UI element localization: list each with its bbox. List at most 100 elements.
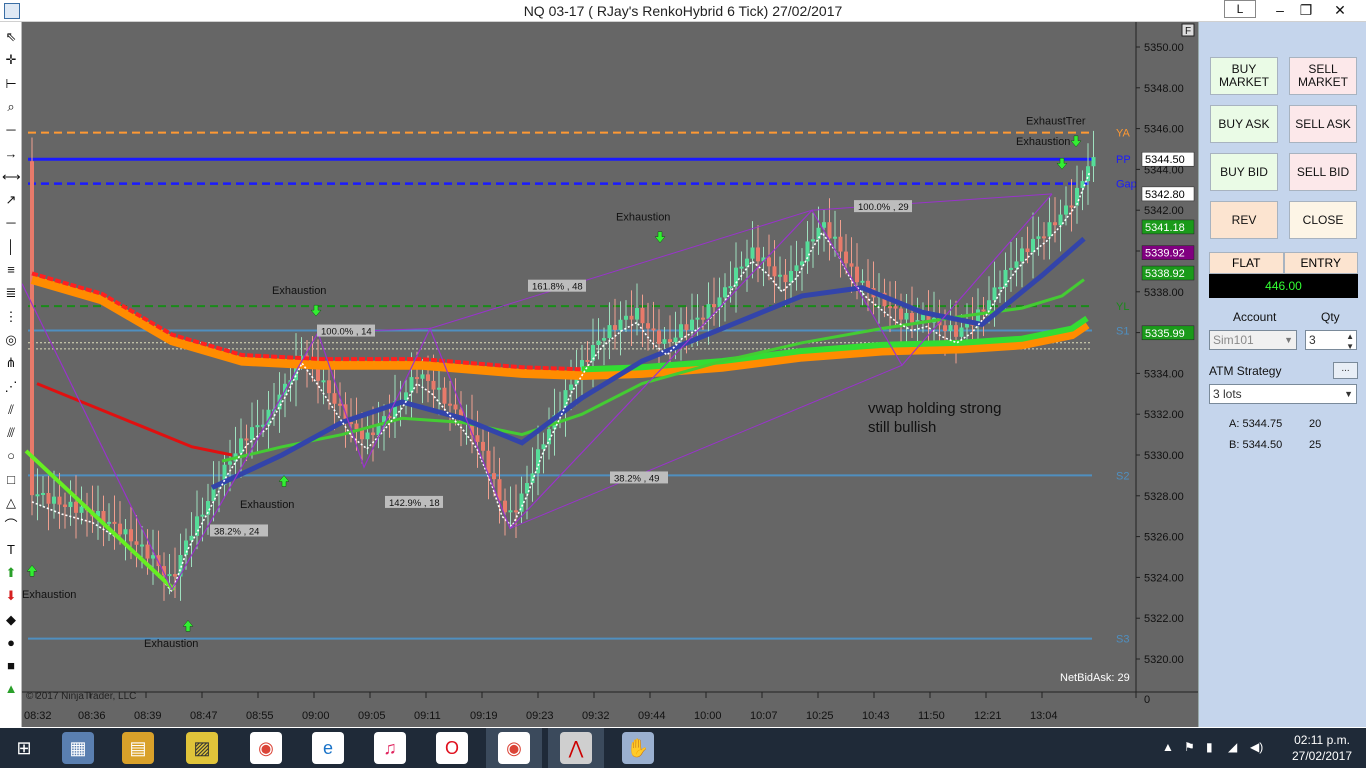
x-tick-label: 08:55 (246, 710, 274, 722)
candle-body (409, 377, 414, 393)
hand-tool-icon[interactable]: ✋ (622, 732, 654, 764)
diamond-icon[interactable]: ◆ (2, 611, 20, 629)
chrome-icon[interactable]: ◉ (498, 732, 530, 764)
triangle-up-icon[interactable]: ▲ (2, 680, 20, 698)
chevron-down-icon: ▼ (1344, 389, 1353, 399)
close-button[interactable]: ✕ (1326, 0, 1354, 20)
arrow-up-icon[interactable]: ⬆ (2, 564, 20, 582)
chart-annotation-text: vwap holding strong (868, 400, 1001, 417)
flag-icon[interactable]: ⚑ (1184, 740, 1195, 754)
andrews-pitchfork-icon[interactable]: ⋔ (2, 354, 20, 372)
candle-body (673, 337, 678, 342)
x-tick-label: 12:21 (974, 710, 1002, 722)
windows-start-icon[interactable]: ⊞ (8, 732, 40, 764)
zoom-icon[interactable]: ⌕ (2, 98, 20, 116)
arc-icon[interactable]: ⌒ (2, 517, 20, 535)
fib-retracement-icon[interactable]: ≡ (2, 261, 20, 279)
fib-circle-icon[interactable]: ◎ (2, 331, 20, 349)
ruler-icon[interactable]: ⊢ (2, 75, 20, 93)
spin-down-icon[interactable]: ▼ (1346, 338, 1354, 356)
volume-icon[interactable]: ◀) (1250, 740, 1263, 754)
text-icon[interactable]: T (2, 541, 20, 559)
minimize-button[interactable]: – (1266, 0, 1294, 20)
extended-line-icon[interactable]: ⟷ (2, 168, 21, 186)
price-marker-label: 5335.99 (1145, 328, 1185, 340)
exhaustion-up-arrow-icon (26, 564, 38, 577)
candle-body (618, 319, 623, 330)
sticky-notes-icon[interactable]: ▨ (186, 732, 218, 764)
atm-options-button[interactable]: ... (1333, 362, 1358, 379)
quantity-stepper[interactable]: 3 ▲ ▼ (1305, 330, 1357, 351)
buy-ask-button[interactable]: BUY ASK (1210, 105, 1278, 143)
candle-body (849, 263, 854, 267)
chart-area[interactable]: YA PP Gap YL S1 S2 S3 100.0% , 14 161.8% , 48 100… (22, 22, 1198, 727)
atm-strategy-select[interactable]: 3 lots ▼ (1209, 384, 1357, 404)
line-icon[interactable]: ─ (2, 121, 20, 139)
crosshair-icon[interactable]: ✛ (2, 51, 20, 69)
candle-body (354, 423, 359, 430)
horizontal-line-icon[interactable]: ─ (2, 214, 20, 232)
ninjatrader-icon[interactable]: ⋀ (560, 732, 592, 764)
system-clock[interactable]: 02:11 p.m. 27/02/2017 (1282, 732, 1362, 764)
ray-icon[interactable]: → (2, 145, 20, 163)
exhaustion-down-arrow-icon (1070, 135, 1082, 148)
y-axis-zero-label: 0 (1144, 694, 1150, 706)
sell-bid-button[interactable]: SELL BID (1289, 153, 1357, 191)
link-button[interactable]: L (1224, 0, 1256, 18)
rectangle-icon[interactable]: □ (2, 471, 20, 489)
vertical-line-icon[interactable]: │ (2, 238, 20, 256)
itunes-icon[interactable]: ♫ (374, 732, 406, 764)
ellipse-icon[interactable]: ○ (2, 447, 20, 465)
trend-channel-icon[interactable]: ⫻ (2, 424, 20, 442)
candle-body (140, 544, 144, 547)
candle-body (184, 540, 188, 555)
calculator-icon[interactable]: ▦ (62, 732, 94, 764)
chart-trader-panel: BUY MARKET SELL MARKET BUY ASK SELL ASK … (1198, 22, 1366, 727)
candle-body (1053, 222, 1057, 226)
clock-time: 02:11 p.m. (1294, 733, 1350, 747)
candle-body (541, 444, 546, 450)
arrow-down-icon[interactable]: ⬇ (2, 587, 20, 605)
file-explorer-icon[interactable]: ▤ (122, 732, 154, 764)
candle-body (855, 266, 859, 283)
candle-body (189, 535, 194, 541)
sell-ask-button[interactable]: SELL ASK (1289, 105, 1357, 143)
candle-body (35, 494, 40, 497)
y-tick-label: 5322.00 (1144, 613, 1184, 625)
exhaustion-label: Exhaustion (616, 211, 670, 223)
arrow-line-icon[interactable]: ↗ (2, 191, 20, 209)
fib-extension-icon[interactable]: ≣ (2, 284, 20, 302)
price-chart[interactable]: YA PP Gap YL S1 S2 S3 100.0% , 14 161.8% , 48 100… (22, 22, 1198, 727)
chrome-icon[interactable]: ◉ (250, 732, 282, 764)
buy-bid-button[interactable]: BUY BID (1210, 153, 1278, 191)
square-icon[interactable]: ■ (2, 657, 20, 675)
gann-fan-icon[interactable]: ⋰ (2, 378, 20, 396)
restore-button[interactable]: ❐ (1292, 0, 1320, 20)
buy-market-button[interactable]: BUY MARKET (1210, 57, 1278, 95)
cursor-icon[interactable]: ⇖ (2, 28, 20, 46)
internet-explorer-icon[interactable]: e (312, 732, 344, 764)
network-icon[interactable]: ◢ (1228, 740, 1237, 754)
x-tick-label: 09:19 (470, 710, 498, 722)
close-position-button[interactable]: CLOSE (1289, 201, 1357, 239)
dot-icon[interactable]: ● (2, 634, 20, 652)
account-select[interactable]: Sim101 ▼ (1209, 330, 1297, 350)
candle-body (948, 325, 953, 332)
tray-arrow-icon[interactable]: ▲ (1162, 740, 1174, 754)
candle-body (404, 392, 408, 401)
x-tick-label: 09:44 (638, 710, 666, 722)
regression-channel-icon[interactable]: ⫽ (2, 401, 20, 419)
fib-time-icon[interactable]: ⋮ (2, 308, 20, 326)
candle-body (74, 501, 78, 513)
candle-body (602, 338, 606, 341)
candle-body (860, 280, 865, 283)
battery-icon[interactable]: ▮ (1206, 740, 1213, 754)
triangle-icon[interactable]: △ (2, 494, 20, 512)
fib-label: 38.2% , 24 (214, 526, 259, 537)
candle-body (750, 247, 755, 259)
opera-icon[interactable]: O (436, 732, 468, 764)
candle-body (475, 435, 480, 442)
candle-body (134, 541, 139, 545)
reverse-button[interactable]: REV (1210, 201, 1278, 239)
sell-market-button[interactable]: SELL MARKET (1289, 57, 1357, 95)
